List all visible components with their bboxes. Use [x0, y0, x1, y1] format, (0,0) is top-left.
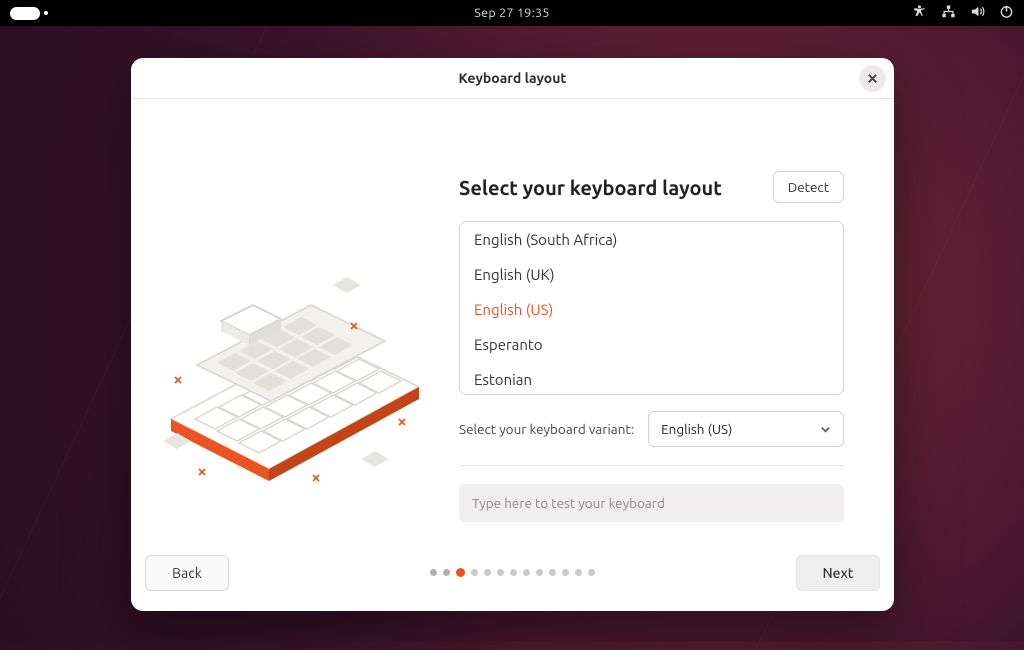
layout-listbox[interactable]: English (South Africa)English (UK)Englis… — [459, 221, 844, 395]
step-dot — [523, 569, 530, 576]
step-dot — [484, 569, 491, 576]
activities-pill-icon — [10, 7, 40, 20]
installer-window: Keyboard layout — [131, 58, 894, 611]
window-title: Keyboard layout — [459, 70, 567, 86]
step-indicator — [430, 569, 595, 577]
chevron-down-icon — [820, 424, 831, 435]
close-icon — [867, 73, 878, 84]
power-icon[interactable] — [999, 4, 1014, 22]
keyboard-test-input[interactable] — [459, 484, 844, 522]
window-titlebar: Keyboard layout — [131, 58, 894, 99]
page-heading: Select your keyboard layout — [459, 176, 722, 199]
step-dot — [443, 569, 450, 576]
step-dot — [588, 569, 595, 576]
variant-value: English (US) — [661, 421, 732, 437]
step-dot — [562, 569, 569, 576]
gnome-top-bar: Sep 27 19:35 — [0, 0, 1024, 26]
keyboard-illustration — [131, 99, 459, 545]
step-dot — [536, 569, 543, 576]
clock[interactable]: Sep 27 19:35 — [474, 6, 549, 20]
variant-dropdown[interactable]: English (US) — [648, 411, 844, 447]
variant-label: Select your keyboard variant: — [459, 421, 634, 437]
next-button[interactable]: Next — [796, 555, 880, 591]
detect-button[interactable]: Detect — [773, 171, 844, 203]
step-dot — [471, 569, 478, 576]
network-icon[interactable] — [941, 4, 956, 22]
back-button[interactable]: Back — [145, 555, 229, 591]
step-dot — [456, 568, 465, 577]
step-dot — [497, 569, 504, 576]
layout-option[interactable]: Esperanto — [460, 327, 843, 362]
step-dot — [510, 569, 517, 576]
content-pane: Select your keyboard layout Detect Engli… — [459, 99, 894, 545]
step-dot — [575, 569, 582, 576]
close-button[interactable] — [859, 65, 886, 92]
activities-area[interactable] — [10, 7, 40, 20]
layout-option[interactable]: English (US) — [460, 292, 843, 327]
divider — [459, 465, 844, 466]
layout-option[interactable]: Estonian — [460, 362, 843, 395]
accessibility-icon[interactable] — [912, 4, 927, 22]
step-dot — [430, 569, 437, 576]
footer-nav: Back Next — [131, 545, 894, 611]
step-dot — [549, 569, 556, 576]
volume-icon[interactable] — [970, 4, 985, 22]
layout-option[interactable]: English (UK) — [460, 257, 843, 292]
layout-option[interactable]: English (South Africa) — [460, 222, 843, 257]
